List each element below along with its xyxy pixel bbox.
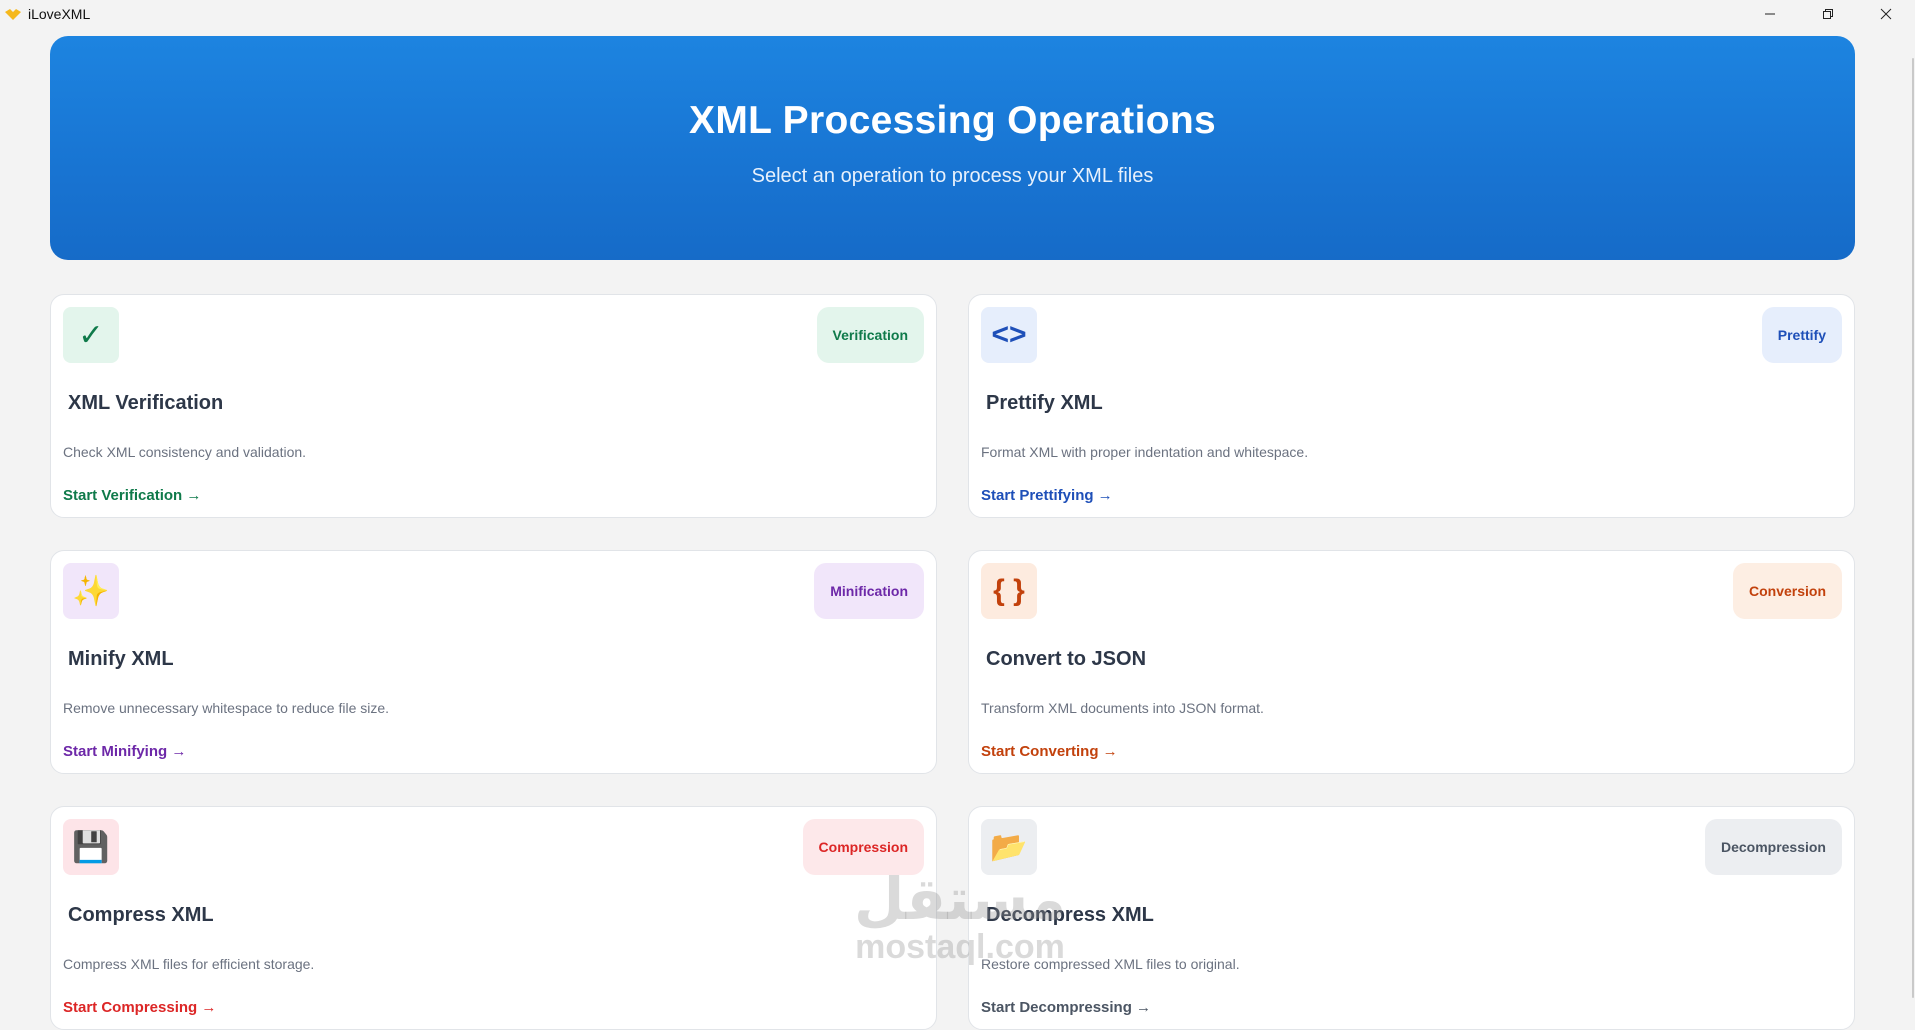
close-button[interactable]	[1857, 0, 1915, 28]
restore-icon	[1823, 9, 1833, 19]
card-prettify[interactable]: <> Prettify Prettify XML Format XML with…	[968, 294, 1855, 518]
card-title: Compress XML	[68, 904, 214, 926]
card-title: Convert to JSON	[986, 648, 1147, 670]
card-description: Compress XML files for efficient storage…	[63, 956, 315, 972]
card-decompress[interactable]: 📂 Decompression Decompress XML Restore c…	[968, 806, 1855, 1030]
card-compress[interactable]: 💾 Compression Compress XML Compress XML …	[50, 806, 937, 1030]
card-badge: Decompression	[1704, 819, 1842, 875]
start-decompressing-link[interactable]: Start Decompressing →	[981, 999, 1151, 1016]
card-badge: Conversion	[1732, 563, 1842, 619]
card-convert-json[interactable]: { } Conversion Convert to JSON Transform…	[968, 550, 1855, 774]
card-description: Remove unnecessary whitespace to reduce …	[63, 700, 390, 716]
curly-braces-icon: { }	[981, 563, 1037, 619]
close-icon	[1880, 8, 1892, 20]
page-title: XML Processing Operations	[689, 98, 1216, 142]
folder-icon: 📂	[981, 819, 1037, 875]
start-minifying-link[interactable]: Start Minifying →	[63, 743, 186, 760]
scrollbar-thumb[interactable]	[1912, 58, 1914, 998]
card-description: Transform XML documents into JSON format…	[981, 700, 1264, 716]
app-logo-icon	[4, 5, 22, 23]
floppy-disk-icon: 💾	[63, 819, 119, 875]
start-converting-link[interactable]: Start Converting →	[981, 743, 1118, 760]
minimize-button[interactable]	[1741, 0, 1799, 28]
card-badge: Verification	[816, 307, 924, 363]
card-badge: Prettify	[1761, 307, 1842, 363]
card-title: Minify XML	[68, 648, 174, 670]
card-description: Format XML with proper indentation and w…	[981, 444, 1309, 460]
card-badge: Compression	[802, 819, 924, 875]
card-description: Check XML consistency and validation.	[63, 444, 307, 460]
start-compressing-link[interactable]: Start Compressing →	[63, 999, 216, 1016]
card-title: Decompress XML	[986, 904, 1154, 926]
start-prettifying-link[interactable]: Start Prettifying →	[981, 487, 1113, 504]
card-badge: Minification	[814, 563, 924, 619]
checkmark-icon: ✓	[63, 307, 119, 363]
card-title: XML Verification	[68, 392, 224, 414]
page-subtitle: Select an operation to process your XML …	[751, 164, 1154, 187]
card-minify[interactable]: ✨ Minification Minify XML Remove unneces…	[50, 550, 937, 774]
start-verification-link[interactable]: Start Verification →	[63, 487, 201, 504]
sparkles-icon: ✨	[63, 563, 119, 619]
window-controls	[1741, 0, 1915, 28]
app-title: iLoveXML	[28, 6, 91, 22]
card-title: Prettify XML	[986, 392, 1103, 414]
card-description: Restore compressed XML files to original…	[981, 956, 1240, 972]
scrollbar[interactable]	[1911, 28, 1915, 1005]
restore-button[interactable]	[1799, 0, 1857, 28]
card-verification[interactable]: ✓ Verification XML Verification Check XM…	[50, 294, 937, 518]
code-brackets-icon: <>	[981, 307, 1037, 363]
minimize-icon	[1765, 13, 1775, 15]
hero-banner: XML Processing Operations Select an oper…	[50, 36, 1855, 260]
title-bar: iLoveXML	[0, 0, 1915, 28]
